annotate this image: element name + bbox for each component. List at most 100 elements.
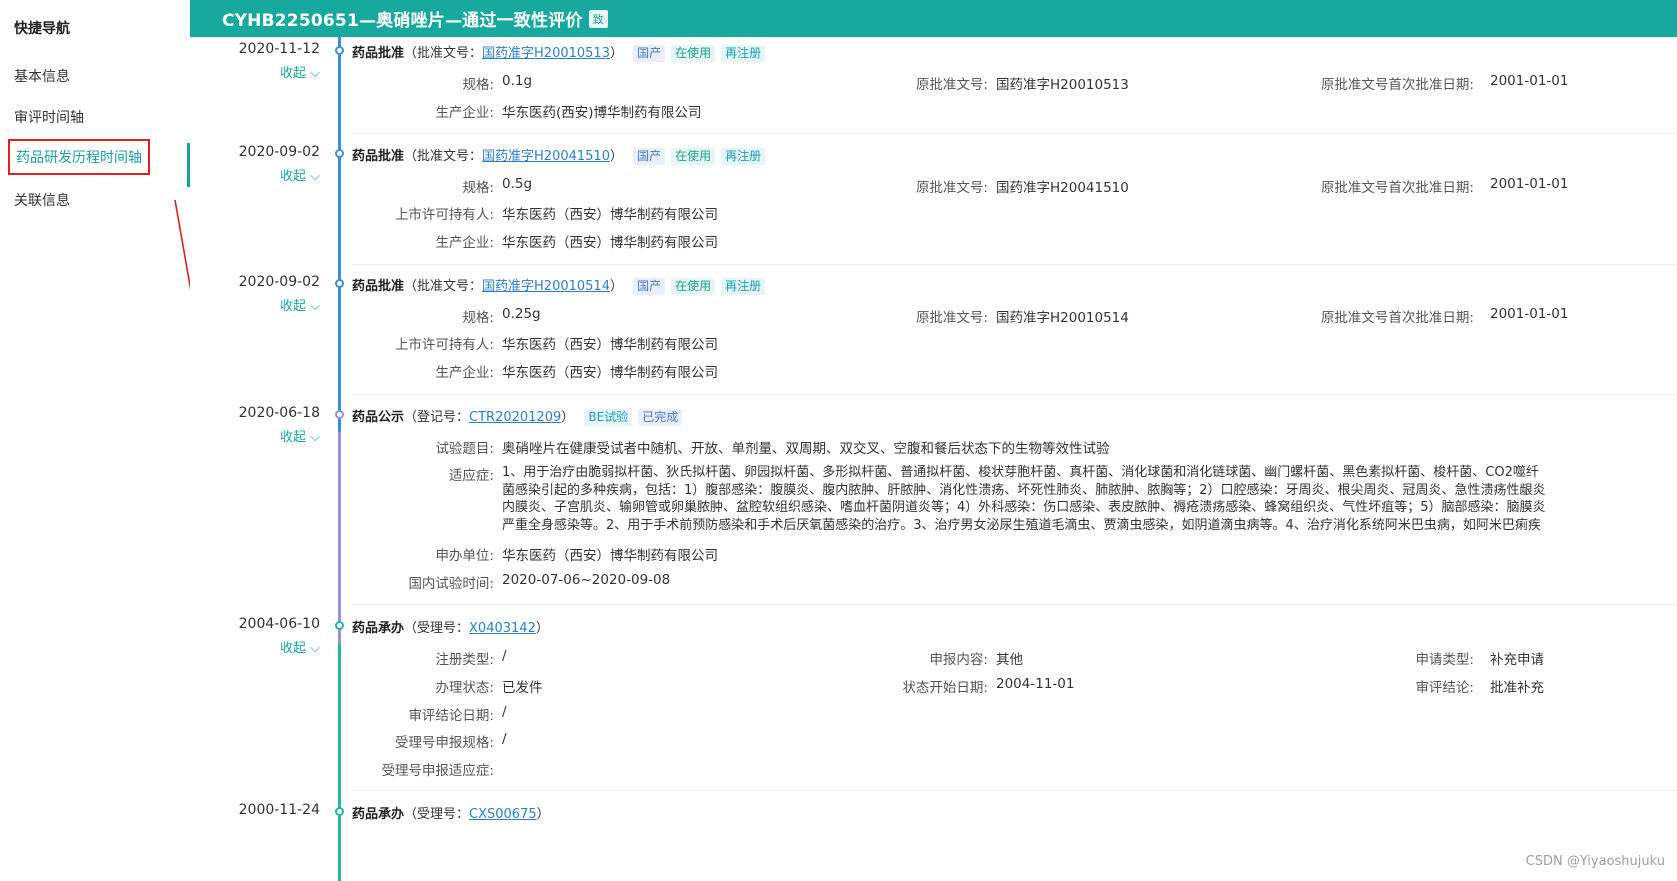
- tag-in-use: 在使用: [671, 148, 716, 165]
- ref-prefix: （批准文号：: [404, 149, 483, 164]
- tag-in-use: 在使用: [671, 278, 716, 295]
- sidebar-item-related-info[interactable]: 关联信息: [14, 190, 70, 210]
- ref-prefix: （登记号：: [404, 410, 470, 425]
- entry-date: 2020-09-02: [238, 274, 320, 290]
- divider: [352, 604, 1677, 605]
- entry-header: 药品批准（批准文号：国药准字H20010514） 国产 在使用 再注册: [352, 275, 766, 295]
- chevron-down-icon: ⌵: [310, 430, 320, 445]
- collapse-toggle[interactable]: 收起 ⌵: [190, 165, 320, 184]
- license-holder-value: 华东医药（西安）博华制药有限公司: [502, 207, 718, 223]
- indication-line: 严重全身感染等。2、用于手术前预防感染和手术后厌氧菌感染的治疗。3、治疗男女泌尿…: [502, 517, 1541, 533]
- approval-number-link[interactable]: 国药准字H20010514: [482, 279, 610, 294]
- entry-type: 药品批准: [352, 279, 405, 294]
- trial-period-label: 国内试验时间:: [408, 576, 494, 592]
- orig-approval-label: 原批准文号:: [915, 77, 988, 93]
- application-type-label: 申请类型:: [1415, 652, 1474, 668]
- entry-type: 药品批准: [352, 149, 405, 164]
- application-type-value: 补充申请: [1490, 652, 1544, 668]
- status-start-date-label: 状态开始日期:: [902, 680, 988, 696]
- timeline-dot: [335, 621, 344, 630]
- collapse-toggle[interactable]: 收起 ⌵: [190, 295, 320, 314]
- collapse-toggle[interactable]: 收起 ⌵: [190, 426, 320, 445]
- collapse-toggle[interactable]: 收起 ⌵: [190, 637, 320, 656]
- declared-spec-value: /: [502, 731, 507, 747]
- divider: [352, 133, 1677, 134]
- status-start-date-value: 2004-11-01: [996, 676, 1075, 692]
- sidebar-item-basic-info[interactable]: 基本信息: [14, 66, 70, 86]
- entry-date: 2020-09-02: [238, 144, 320, 160]
- timeline-line: [338, 432, 341, 644]
- entry-header: 药品批准（批准文号：国药准字H20010513） 国产 在使用 再注册: [352, 42, 766, 62]
- ref-suffix: ）: [561, 410, 575, 425]
- entry-date: 2004-06-10: [238, 616, 320, 632]
- sidebar: 快捷导航 基本信息 审评时间轴 药品研发历程时间轴 关联信息: [0, 0, 190, 881]
- tag-domestic: 国产: [633, 278, 666, 295]
- main-content: CYHB2250651—奥硝唑片—通过一致性评价 致 2020-11-12 收起…: [190, 0, 1677, 881]
- entry-type: 药品批准: [352, 46, 405, 61]
- divider: [352, 394, 1677, 395]
- orig-approval-value: 国药准字H20010513: [996, 77, 1129, 93]
- declared-indication-label: 受理号申报适应症:: [381, 763, 494, 779]
- collapse-label: 收起: [279, 169, 306, 184]
- manufacturer-value: 华东医药(西安)博华制药有限公司: [502, 105, 702, 121]
- timeline-dot: [335, 279, 344, 288]
- trial-period-value: 2020-07-06~2020-09-08: [502, 572, 671, 588]
- collapse-toggle[interactable]: 收起 ⌵: [190, 62, 320, 81]
- registration-type-value: /: [502, 648, 507, 664]
- first-approval-date-label: 原批准文号首次批准日期:: [1320, 310, 1474, 326]
- watermark: CSDN @Yiyaoshujuku: [1525, 854, 1665, 869]
- approval-number-link[interactable]: 国药准字H20041510: [482, 149, 610, 164]
- orig-approval-label: 原批准文号:: [915, 310, 988, 326]
- ref-prefix: （批准文号：: [404, 46, 483, 61]
- first-approval-date-value: 2001-01-01: [1490, 306, 1569, 322]
- sidebar-item-rd-timeline[interactable]: 药品研发历程时间轴: [8, 139, 150, 175]
- first-approval-date-value: 2001-01-01: [1490, 176, 1569, 192]
- orig-approval-value: 国药准字H20041510: [996, 180, 1129, 196]
- trial-topic-value: 奥硝唑片在健康受试者中随机、开放、单剂量、双周期、双交叉、空腹和餐后状态下的生物…: [502, 441, 1110, 457]
- tag-in-use: 在使用: [671, 45, 716, 62]
- timeline-dot: [335, 149, 344, 158]
- sponsor-value: 华东医药（西安）博华制药有限公司: [502, 548, 718, 564]
- acceptance-number-link[interactable]: X0403142: [469, 621, 536, 636]
- declared-spec-label: 受理号申报规格:: [394, 735, 494, 751]
- application-content-value: 其他: [996, 652, 1023, 668]
- trial-topic-label: 试验题目:: [435, 441, 494, 457]
- registration-type-label: 注册类型:: [435, 652, 494, 668]
- spec-value: 0.5g: [502, 176, 533, 192]
- orig-approval-value: 国药准字H20010514: [996, 310, 1129, 326]
- tag-re-register: 再注册: [721, 278, 766, 295]
- chevron-down-icon: ⌵: [310, 169, 320, 184]
- collapse-label: 收起: [279, 299, 306, 314]
- collapse-label: 收起: [279, 641, 306, 656]
- tag-be-trial: BE试验: [584, 409, 633, 426]
- entry-type: 药品公示: [352, 410, 405, 425]
- tag-domestic: 国产: [633, 148, 666, 165]
- tag-re-register: 再注册: [721, 148, 766, 165]
- sidebar-item-review-timeline[interactable]: 审评时间轴: [14, 107, 84, 127]
- ref-suffix: ）: [609, 149, 623, 164]
- registration-number-link[interactable]: CTR20201209: [469, 410, 561, 425]
- title-bar: CYHB2250651—奥硝唑片—通过一致性评价 致: [190, 0, 1677, 37]
- collapse-label: 收起: [279, 430, 306, 445]
- spec-value: 0.25g: [502, 306, 541, 322]
- page-title: CYHB2250651—奥硝唑片—通过一致性评价: [222, 11, 583, 31]
- title-badge: 致: [588, 9, 608, 28]
- manufacturer-label: 生产企业:: [435, 235, 494, 251]
- orig-approval-label: 原批准文号:: [915, 180, 988, 196]
- approval-number-link[interactable]: 国药准字H20010513: [482, 46, 610, 61]
- first-approval-date-label: 原批准文号首次批准日期:: [1320, 77, 1474, 93]
- tag-re-register: 再注册: [721, 45, 766, 62]
- timeline-dot: [335, 807, 344, 816]
- license-holder-value: 华东医药（西安）博华制药有限公司: [502, 337, 718, 353]
- chevron-down-icon: ⌵: [310, 299, 320, 314]
- indication-line: 菌感染引起的多种疾病，包括：1）腹部感染：腹膜炎、腹内脓肿、肝脓肿、消化性溃疡、…: [502, 482, 1546, 498]
- ref-prefix: （受理号：: [404, 621, 470, 636]
- application-content-label: 申报内容:: [929, 652, 988, 668]
- processing-status-value: 已发件: [502, 680, 543, 696]
- manufacturer-label: 生产企业:: [435, 365, 494, 381]
- acceptance-number-link[interactable]: CXS00675: [469, 807, 537, 822]
- ref-prefix: （批准文号：: [404, 279, 483, 294]
- entry-header: 药品承办（受理号：CXS00675）: [352, 803, 550, 822]
- review-conclusion-value: 批准补充: [1490, 680, 1544, 696]
- spec-label: 规格:: [462, 77, 494, 93]
